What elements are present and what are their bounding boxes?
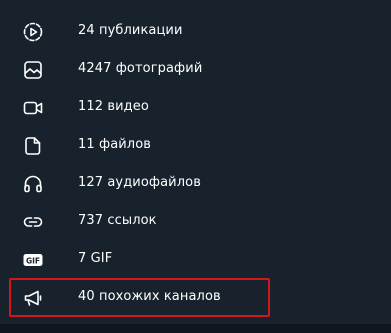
menu-item-label: 127 аудиофайлов [78,175,201,190]
file-icon [22,135,44,157]
menu-item-publications[interactable]: 24 публикации [0,12,391,50]
menu-item-label: 24 публикации [78,23,183,38]
play-circle-icon [22,21,44,43]
gif-icon: GIF [22,249,44,271]
link-icon [22,211,44,233]
menu-item-files[interactable]: 11 файлов [0,126,391,164]
menu-item-similar-channels[interactable]: 40 похожих каналов [0,278,391,316]
menu-item-label: 737 ссылок [78,213,157,228]
menu-item-label: 40 похожих каналов [78,289,221,304]
svg-text:GIF: GIF [26,256,40,265]
headphones-icon [22,173,44,195]
video-icon [22,97,44,119]
megaphone-icon [22,287,44,309]
menu-item-label: 7 GIF [78,251,113,266]
menu-item-videos[interactable]: 112 видео [0,88,391,126]
menu-item-label: 4247 фотографий [78,61,203,76]
menu-item-links[interactable]: 737 ссылок [0,202,391,240]
channel-media-menu: 24 публикации 4247 фотографий 112 видео … [0,0,391,333]
photo-icon [22,59,44,81]
menu-item-label: 112 видео [78,99,149,114]
menu-item-audio[interactable]: 127 аудиофайлов [0,164,391,202]
section-divider [0,324,391,333]
menu-item-label: 11 файлов [78,137,152,152]
menu-item-photos[interactable]: 4247 фотографий [0,50,391,88]
menu-item-gif[interactable]: GIF 7 GIF [0,240,391,278]
